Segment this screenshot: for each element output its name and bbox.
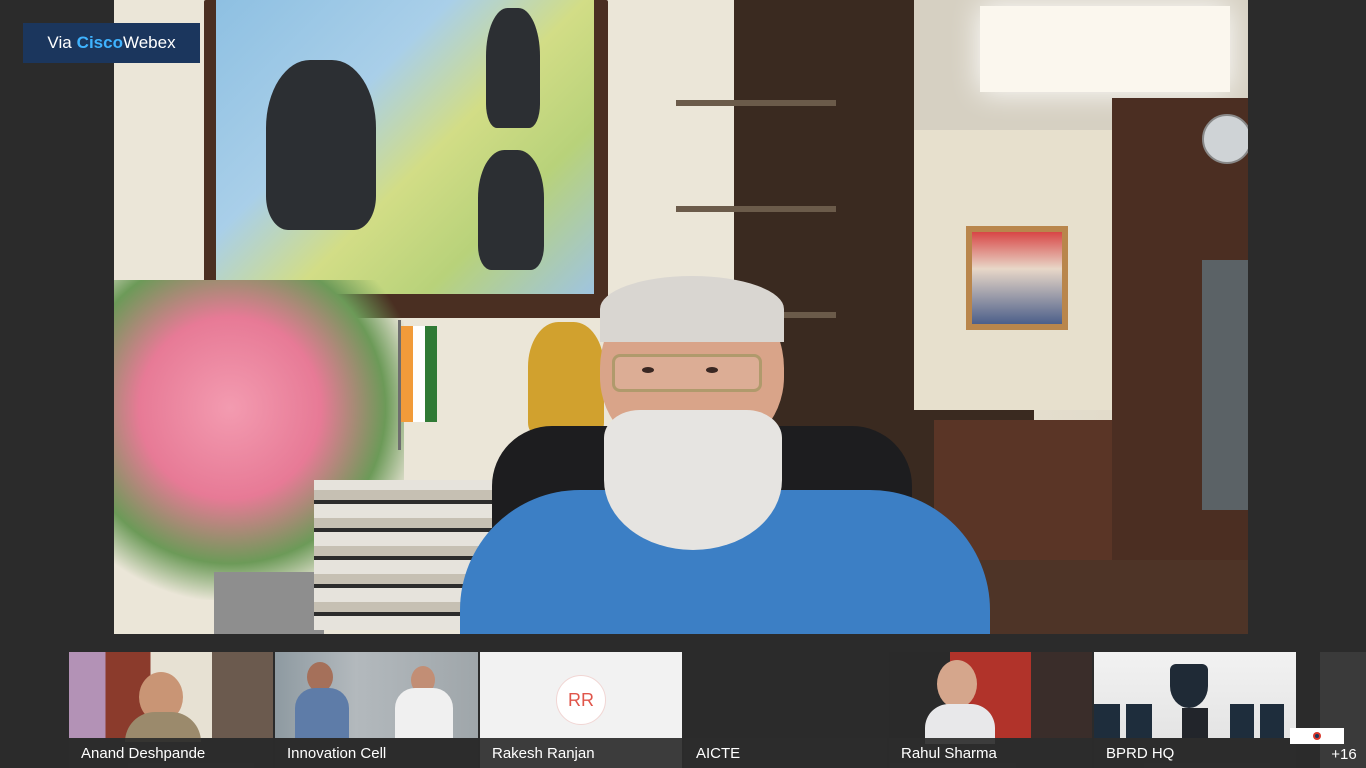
emblem-icon: [1170, 664, 1208, 708]
flag: [401, 326, 437, 422]
more-participants-button[interactable]: +16: [1320, 652, 1366, 768]
participant-tile[interactable]: Rahul Sharma: [889, 652, 1092, 768]
badge-cisco: Cisco: [76, 33, 123, 52]
participant-tile[interactable]: AICTE: [684, 652, 887, 768]
participant-tile[interactable]: RR Rakesh Ranjan: [480, 652, 682, 768]
wall-clock-icon: [1202, 114, 1248, 164]
participant-name: Innovation Cell: [275, 738, 478, 768]
corner-logo-icon: [1290, 728, 1344, 744]
golden-statue: [528, 322, 604, 434]
participant-name: Anand Deshpande: [69, 738, 273, 768]
participant-name: Rahul Sharma: [889, 738, 1092, 768]
framed-photo: [966, 226, 1068, 330]
badge-via: Via: [47, 33, 72, 52]
participant-tile[interactable]: Innovation Cell: [275, 652, 478, 768]
participant-name: Rakesh Ranjan: [480, 738, 682, 768]
participant-tile[interactable]: BPRD HQ: [1094, 652, 1296, 768]
participant-strip: Anand Deshpande Innovation Cell RR Rakes…: [0, 652, 1366, 768]
active-speaker-video[interactable]: [114, 0, 1248, 634]
participant-name: AICTE: [684, 738, 887, 768]
framed-map-portrait: [204, 0, 608, 318]
avatar: RR: [556, 675, 606, 725]
more-participants-count: +16: [1331, 746, 1357, 763]
badge-webex: Webex: [122, 33, 176, 52]
participant-name: BPRD HQ: [1094, 738, 1296, 768]
participant-tile[interactable]: Anand Deshpande: [69, 652, 273, 768]
via-cisco-webex-badge: Via Cisco Webex: [23, 23, 200, 63]
